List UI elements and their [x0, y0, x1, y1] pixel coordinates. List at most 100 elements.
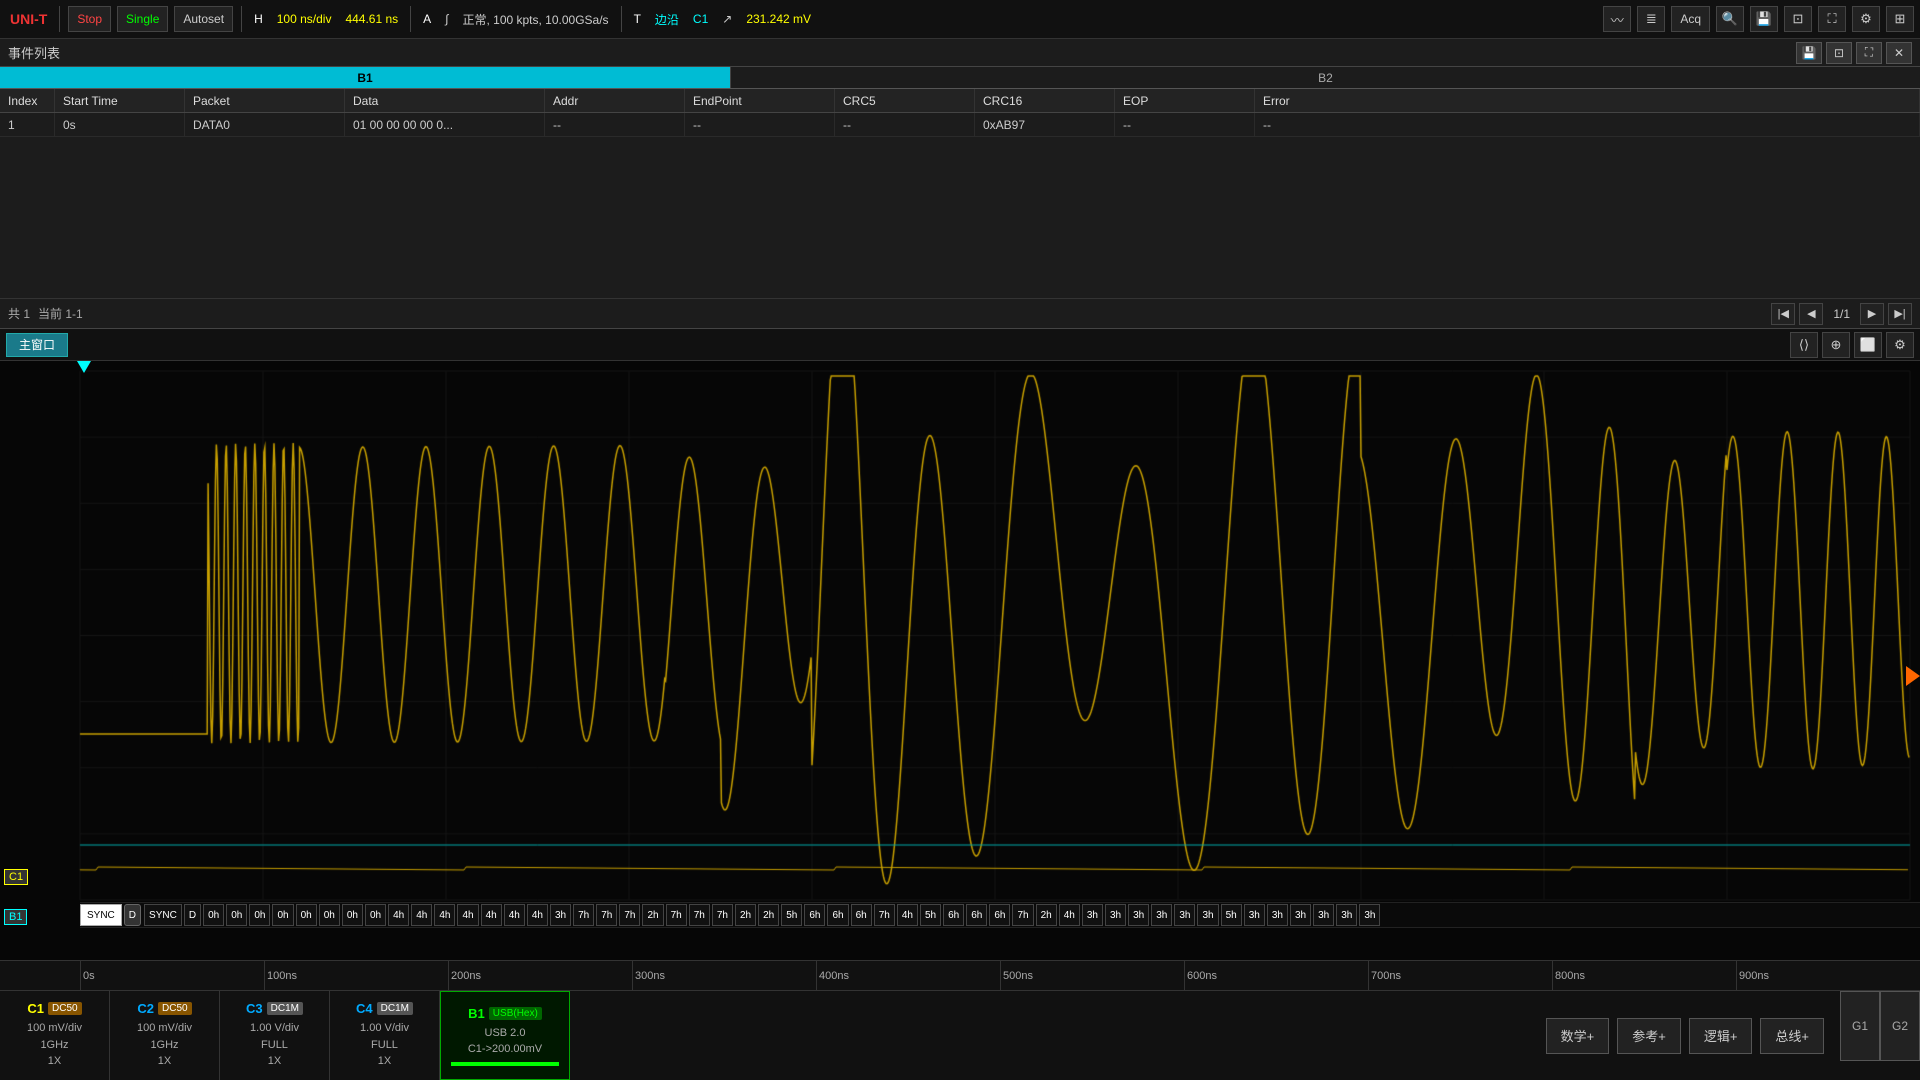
save-icon[interactable]: 💾	[1750, 6, 1778, 32]
grid-icon[interactable]: ⊞	[1886, 6, 1914, 32]
c2-info: 100 mV/div 1GHz 1X	[137, 1020, 192, 1070]
math-plus-button[interactable]: 数学+	[1546, 1018, 1610, 1054]
channel-c3-block[interactable]: C3 DC1M 1.00 V/div FULL 1X	[220, 991, 330, 1080]
c1-info: 100 mV/div 1GHz 1X	[27, 1020, 82, 1070]
channel-b1-block[interactable]: B1 USB(Hex) USB 2.0 C1->200.00mV	[440, 991, 570, 1080]
b1-source: C1->200.00mV	[468, 1041, 542, 1058]
c1-bw: 1GHz	[27, 1037, 82, 1054]
zoom-in-button[interactable]: ⊕	[1822, 332, 1850, 358]
settings-icon[interactable]: ⚙	[1852, 6, 1880, 32]
separator	[621, 6, 622, 32]
next-page-button[interactable]: ▶	[1860, 303, 1884, 325]
channel-c1-block[interactable]: C1 DC50 100 mV/div 1GHz 1X	[0, 991, 110, 1080]
c2-name-row: C2 DC50	[137, 1001, 191, 1016]
decode-token: 3h	[1336, 904, 1357, 926]
measure-icon[interactable]: 〰	[1603, 6, 1631, 32]
decode-token: 3h	[1359, 904, 1380, 926]
ref-plus-button[interactable]: 参考+	[1617, 1018, 1681, 1054]
decode-token: 3h	[1082, 904, 1103, 926]
waveform-settings-button[interactable]: ⚙	[1886, 332, 1914, 358]
decode-token: 3h	[1128, 904, 1149, 926]
autoset-button[interactable]: Autoset	[174, 6, 233, 32]
first-page-button[interactable]: |◀	[1771, 303, 1795, 325]
c4-name-row: C4 DC1M	[356, 1001, 413, 1016]
decode-token: 0h	[342, 904, 363, 926]
decode-token: 3h	[1267, 904, 1288, 926]
table-row[interactable]: 1 0s DATA0 01 00 00 00 00 0... -- -- -- …	[0, 113, 1920, 137]
decode-token: 2h	[735, 904, 756, 926]
decode-token: 3h	[550, 904, 571, 926]
expand-events-button[interactable]: ⛶	[1856, 42, 1882, 64]
channel-c2-block[interactable]: C2 DC50 100 mV/div 1GHz 1X	[110, 991, 220, 1080]
cursor-icon[interactable]: ⊡	[1784, 6, 1812, 32]
fft-icon[interactable]: ≣	[1637, 6, 1665, 32]
time-tick-0: 0s	[80, 961, 264, 990]
c2-probe: 1X	[137, 1053, 192, 1070]
channel-right-buttons: 数学+ 参考+ 逻辑+ 总线+	[1530, 991, 1840, 1080]
table-bus-header: B1 B2	[0, 67, 1920, 89]
separator	[410, 6, 411, 32]
decode-token: 4h	[481, 904, 502, 926]
last-page-button[interactable]: ▶|	[1888, 303, 1912, 325]
save-events-button[interactable]: 💾	[1796, 42, 1822, 64]
cell-index: 1	[0, 113, 55, 136]
b1-protocol: USB 2.0	[468, 1025, 542, 1042]
bus-b2-header: B2	[730, 67, 1920, 88]
decode-token: 3h	[1151, 904, 1172, 926]
page-info: 1/1	[1827, 307, 1856, 321]
decode-token: 7h	[619, 904, 640, 926]
cell-endpoint: --	[685, 113, 835, 136]
events-title-bar: 事件列表 💾 ⊡ ⛶ ✕	[0, 39, 1920, 67]
delay-value: 444.61 ns	[341, 12, 402, 26]
col-error: Error	[1255, 89, 1920, 112]
main-window-tab[interactable]: 主窗口	[6, 333, 68, 357]
time-tick-900: 900ns	[1736, 961, 1920, 990]
col-eop: EOP	[1115, 89, 1255, 112]
decode-token: 4h	[411, 904, 432, 926]
decode-token: 6h	[966, 904, 987, 926]
zoom-rect-button[interactable]: ⬜	[1854, 332, 1882, 358]
bus-b1-header: B1	[0, 67, 730, 88]
waveform-canvas-area[interactable]: C1 B1 SYNC D SYNCD0h0h0h0h0h0h0h0h4h4h4h…	[0, 361, 1920, 990]
time-tick-100: 100ns	[264, 961, 448, 990]
top-toolbar: UNI-T Stop Single Autoset H 100 ns/div 4…	[0, 0, 1920, 39]
copy-events-button[interactable]: ⊡	[1826, 42, 1852, 64]
cursor-tool-button[interactable]: ⟨⟩	[1790, 332, 1818, 358]
waveform-canvas	[0, 361, 1920, 990]
channel-bar-spacer	[570, 991, 1530, 1080]
bus-plus-button[interactable]: 总线+	[1760, 1018, 1824, 1054]
wave-info: 正常, 100 kpts, 10.00GSa/s	[458, 11, 612, 28]
events-title: 事件列表	[8, 43, 60, 62]
close-events-button[interactable]: ✕	[1886, 42, 1912, 64]
stop-button[interactable]: Stop	[68, 6, 111, 32]
decode-token: 6h	[827, 904, 848, 926]
separator	[59, 6, 60, 32]
decode-token: 7h	[573, 904, 594, 926]
trigger-ch-label: C1	[689, 12, 712, 26]
table-column-headers: Index Start Time Packet Data Addr EndPoi…	[0, 89, 1920, 113]
prev-page-button[interactable]: ◀	[1799, 303, 1823, 325]
c4-bw: FULL	[360, 1037, 409, 1054]
c3-vdiv: 1.00 V/div	[250, 1020, 299, 1037]
c3-name-row: C3 DC1M	[246, 1001, 303, 1016]
decode-token: 7h	[689, 904, 710, 926]
c3-name: C3	[246, 1001, 263, 1016]
cell-crc5: --	[835, 113, 975, 136]
c3-badge: DC1M	[267, 1002, 303, 1015]
decode-token: 6h	[804, 904, 825, 926]
channel-c4-block[interactable]: C4 DC1M 1.00 V/div FULL 1X	[330, 991, 440, 1080]
cell-start-time: 0s	[55, 113, 185, 136]
c2-vdiv: 100 mV/div	[137, 1020, 192, 1037]
single-button[interactable]: Single	[117, 6, 168, 32]
col-crc16: CRC16	[975, 89, 1115, 112]
g2-button[interactable]: G2	[1880, 991, 1920, 1061]
display-icon[interactable]: ⛶	[1818, 6, 1846, 32]
decode-token: 3h	[1244, 904, 1265, 926]
c1-vdiv: 100 mV/div	[27, 1020, 82, 1037]
g1-button[interactable]: G1	[1840, 991, 1880, 1061]
logic-plus-button[interactable]: 逻辑+	[1689, 1018, 1753, 1054]
decode-token: 3h	[1313, 904, 1334, 926]
acq-button[interactable]: Acq	[1671, 6, 1710, 32]
search-icon[interactable]: 🔍	[1716, 6, 1744, 32]
decode-token: 4h	[388, 904, 409, 926]
